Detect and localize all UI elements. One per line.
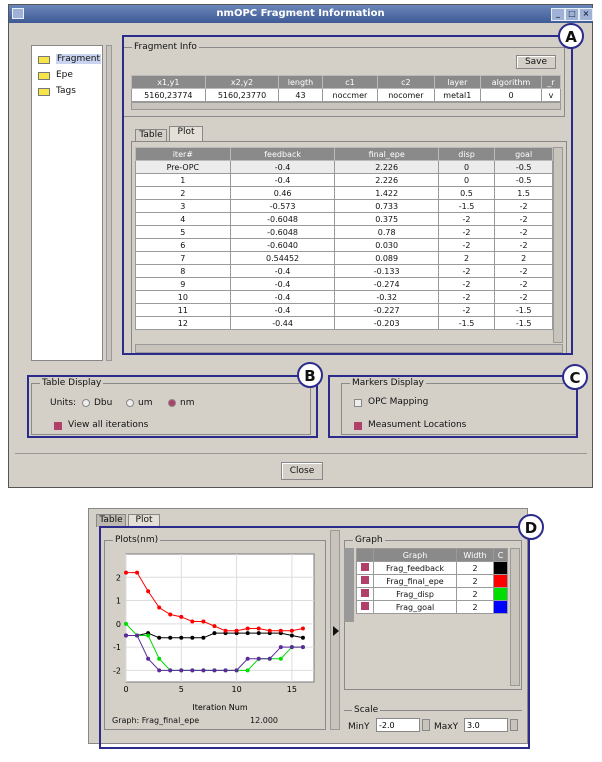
title-bar: nmOPC Fragment Information _ □ ×: [9, 5, 593, 23]
maximize-button[interactable]: □: [565, 8, 579, 21]
tree-item-label: Tags: [56, 86, 76, 96]
callout-label-b: B: [297, 362, 323, 388]
splitter-handle[interactable]: [106, 45, 112, 361]
divider: [15, 453, 587, 454]
fragment-tree: Fragment Epe Tags: [31, 45, 103, 361]
callout-label-d: D: [518, 514, 544, 540]
callout-box-a: [122, 35, 573, 355]
callout-box-b: [27, 375, 318, 438]
close-button[interactable]: Close: [281, 462, 323, 480]
callout-box-c: [328, 375, 578, 438]
folder-icon: [38, 72, 50, 80]
window-title: nmOPC Fragment Information: [216, 8, 385, 19]
callout-label-c: C: [562, 364, 588, 390]
close-window-button[interactable]: ×: [579, 8, 593, 21]
minimize-button[interactable]: _: [551, 8, 565, 21]
folder-icon: [38, 56, 50, 64]
callout-box-d: [99, 526, 530, 749]
callout-label-a: A: [558, 23, 584, 49]
folder-icon: [38, 88, 50, 96]
tree-item-label: Fragment: [56, 54, 101, 64]
tree-item-label: Epe: [56, 70, 73, 80]
